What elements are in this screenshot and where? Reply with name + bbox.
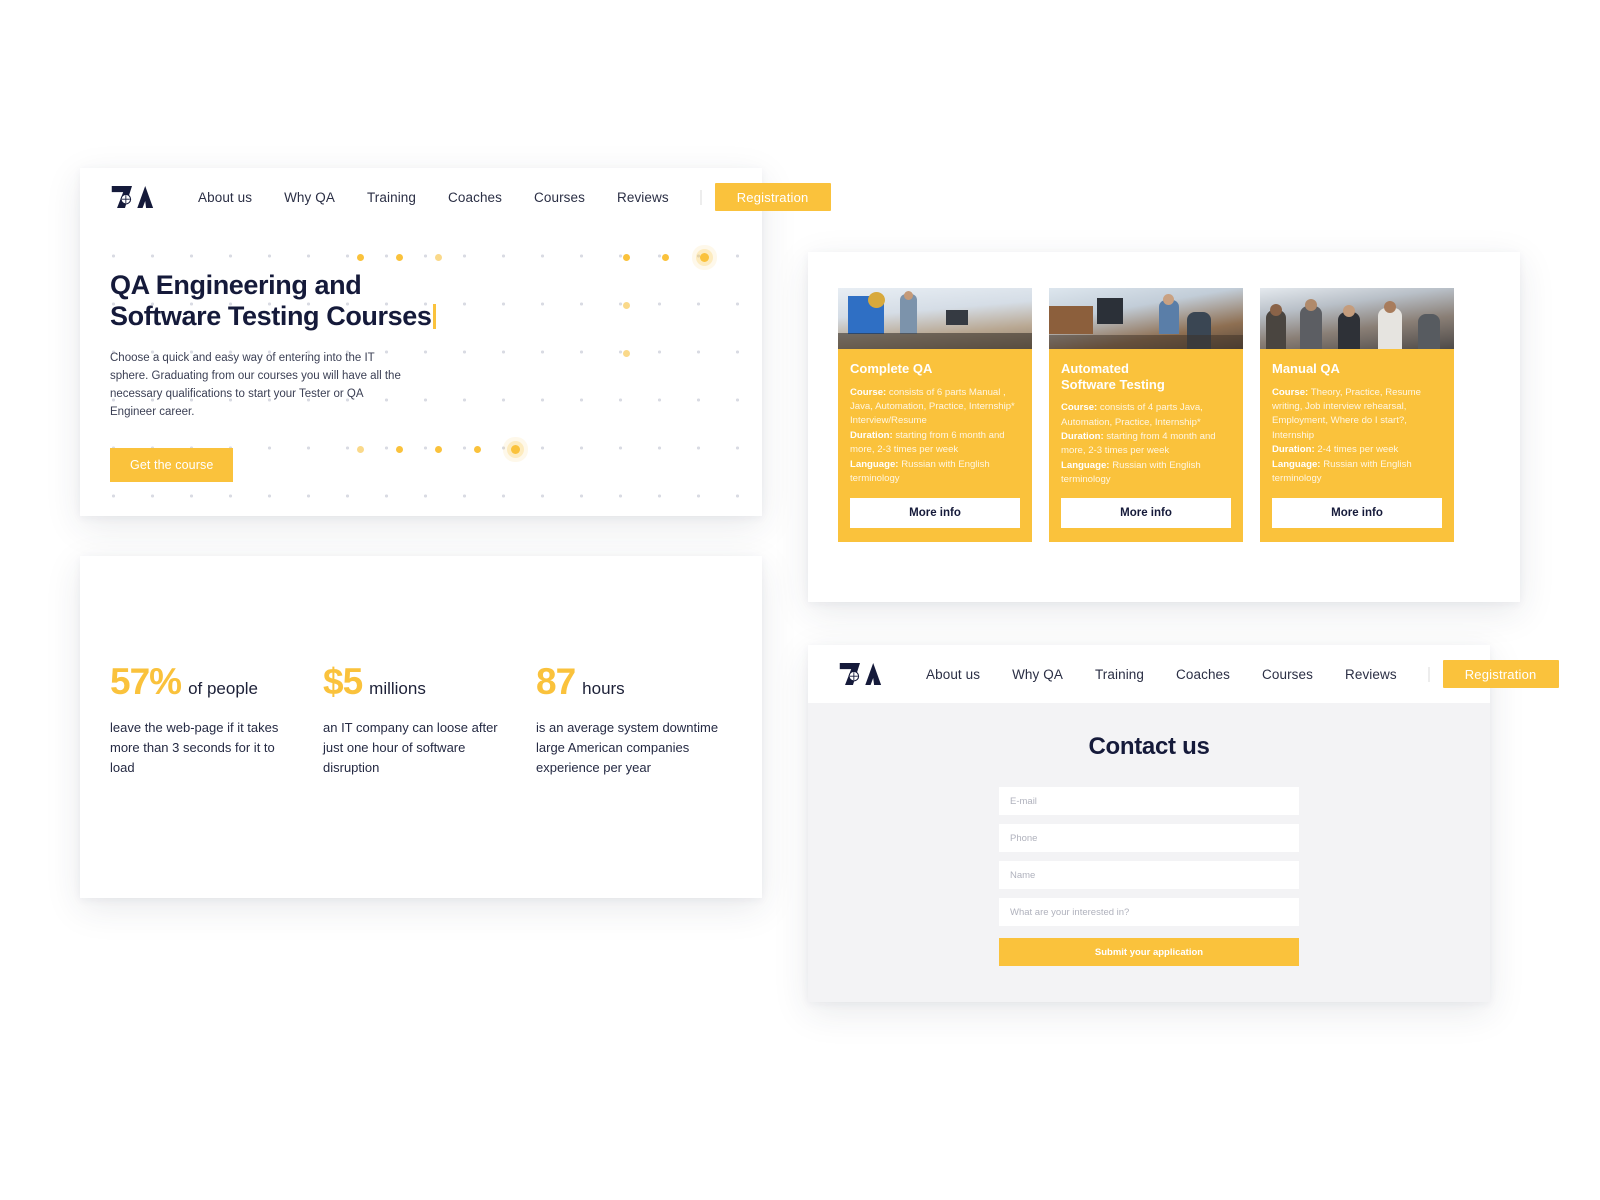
registration-button[interactable]: Registration bbox=[714, 183, 831, 211]
course-card-details: Course: consists of 6 parts Manual , Jav… bbox=[850, 386, 1020, 487]
hero-content: QA Engineering and Software Testing Cour… bbox=[80, 226, 762, 483]
nav-links: About us Why QA Training Coaches Courses… bbox=[910, 667, 1413, 682]
course-card-details: Course: consists of 4 parts Java, Automa… bbox=[1061, 401, 1231, 487]
nav-link-why-qa[interactable]: Why QA bbox=[996, 667, 1079, 682]
stat-description: leave the web-page if it takes more than… bbox=[110, 720, 279, 776]
course-label: Course: bbox=[850, 386, 887, 398]
interest-field[interactable] bbox=[999, 898, 1299, 926]
classroom-presentation-photo bbox=[838, 288, 1032, 349]
nav-link-reviews[interactable]: Reviews bbox=[601, 190, 685, 205]
contact-panel: About us Why QA Training Coaches Courses… bbox=[808, 645, 1559, 1002]
language-label: Language: bbox=[1272, 458, 1321, 470]
course-card-body: Manual QA Course: Theory, Practice, Resu… bbox=[1260, 349, 1454, 488]
course-card-title: Automated Software Testing bbox=[1061, 361, 1165, 392]
main-navbar: About us Why QA Training Coaches Courses… bbox=[80, 168, 831, 226]
course-card-footer: More info bbox=[1049, 488, 1243, 542]
hero-panel: About us Why QA Training Coaches Courses… bbox=[80, 168, 831, 516]
conference-audience-photo bbox=[1260, 288, 1454, 349]
submit-application-button[interactable]: Submit your application bbox=[999, 938, 1299, 966]
duration-label: Duration: bbox=[850, 429, 893, 441]
more-info-button[interactable]: More info bbox=[1272, 497, 1442, 528]
stat-number: $5 bbox=[323, 661, 363, 702]
registration-button[interactable]: Registration bbox=[1442, 660, 1559, 688]
nav-links: About us Why QA Training Coaches Courses… bbox=[182, 190, 685, 205]
logo-7qa-icon[interactable] bbox=[838, 660, 882, 688]
duration-label: Duration: bbox=[1061, 430, 1104, 442]
stat-number: 87 bbox=[536, 661, 576, 702]
course-card-title: Manual QA bbox=[1272, 361, 1340, 376]
contact-body: Contact us Submit your application bbox=[808, 703, 1490, 1002]
course-cards-panel: Complete QA Course: consists of 6 parts … bbox=[808, 252, 1520, 602]
logo-7qa-icon[interactable] bbox=[110, 183, 154, 211]
stat-headline: 87 hours bbox=[536, 661, 749, 703]
course-card-footer: More info bbox=[838, 488, 1032, 542]
stat-description: an IT company can loose after just one h… bbox=[323, 720, 498, 776]
stat-headline: 57% of people bbox=[110, 661, 323, 703]
stat-description: is an average system downtime large Amer… bbox=[536, 720, 719, 776]
course-label: Course: bbox=[1272, 386, 1309, 398]
course-card-body: Complete QA Course: consists of 6 parts … bbox=[838, 349, 1032, 488]
nav-link-coaches[interactable]: Coaches bbox=[1160, 667, 1246, 682]
email-field[interactable] bbox=[999, 787, 1299, 815]
nav-link-reviews[interactable]: Reviews bbox=[1329, 667, 1413, 682]
stats-row: 57% of people leave the web-page if it t… bbox=[80, 556, 762, 778]
course-card[interactable]: Automated Software Testing Course: consi… bbox=[1049, 288, 1243, 542]
hero-subtitle: Choose a quick and easy way of entering … bbox=[110, 352, 401, 418]
course-cards-list: Complete QA Course: consists of 6 parts … bbox=[808, 252, 1520, 542]
stats-panel: 57% of people leave the web-page if it t… bbox=[80, 556, 762, 898]
course-card[interactable]: Manual QA Course: Theory, Practice, Resu… bbox=[1260, 288, 1454, 542]
page-title: QA Engineering and Software Testing Cour… bbox=[110, 270, 762, 332]
stat-unit: hours bbox=[582, 679, 625, 698]
stat-item: 87 hours is an average system downtime l… bbox=[536, 661, 749, 778]
course-label: Course: bbox=[1061, 402, 1098, 414]
text-caret-icon bbox=[433, 304, 437, 330]
stat-item: 57% of people leave the web-page if it t… bbox=[110, 661, 323, 778]
nav-link-training[interactable]: Training bbox=[1079, 667, 1160, 682]
phone-field[interactable] bbox=[999, 824, 1299, 852]
language-label: Language: bbox=[1061, 459, 1110, 471]
nav-link-courses[interactable]: Courses bbox=[1246, 667, 1329, 682]
screenshot-canvas: About us Why QA Training Coaches Courses… bbox=[0, 0, 1600, 1200]
hero-title-line-1: QA Engineering and bbox=[110, 270, 362, 300]
stat-item: $5 millions an IT company can loose afte… bbox=[323, 661, 536, 778]
course-card-footer: More info bbox=[1260, 488, 1454, 542]
get-the-course-button[interactable]: Get the course bbox=[110, 448, 234, 483]
course-card[interactable]: Complete QA Course: consists of 6 parts … bbox=[838, 288, 1032, 542]
nav-link-about-us[interactable]: About us bbox=[910, 667, 996, 682]
duration-value: 2-4 times per week bbox=[1317, 444, 1399, 456]
more-info-button[interactable]: More info bbox=[850, 497, 1020, 528]
nav-link-coaches[interactable]: Coaches bbox=[432, 190, 518, 205]
course-card-details: Course: Theory, Practice, Resume writing… bbox=[1272, 386, 1442, 487]
duration-label: Duration: bbox=[1272, 444, 1315, 456]
contact-navbar: About us Why QA Training Coaches Courses… bbox=[808, 645, 1559, 703]
hero-body: QA Engineering and Software Testing Cour… bbox=[80, 226, 762, 516]
nav-link-courses[interactable]: Courses bbox=[518, 190, 601, 205]
language-label: Language: bbox=[850, 458, 899, 470]
stat-unit: millions bbox=[369, 679, 426, 698]
nav-link-training[interactable]: Training bbox=[351, 190, 432, 205]
hero-title-line-2: Software Testing Courses bbox=[110, 301, 432, 332]
nav-link-about-us[interactable]: About us bbox=[182, 190, 268, 205]
stat-headline: $5 millions bbox=[323, 661, 536, 703]
course-card-title: Complete QA bbox=[850, 361, 933, 376]
nav-link-why-qa[interactable]: Why QA bbox=[268, 190, 351, 205]
stat-number: 57% bbox=[110, 661, 182, 702]
course-card-body: Automated Software Testing Course: consi… bbox=[1049, 349, 1243, 488]
contact-form: Submit your application bbox=[999, 787, 1299, 966]
name-field[interactable] bbox=[999, 861, 1299, 889]
contact-title: Contact us bbox=[1088, 733, 1210, 760]
more-info-button[interactable]: More info bbox=[1061, 497, 1231, 528]
office-meeting-photo bbox=[1049, 288, 1243, 349]
stat-unit: of people bbox=[188, 679, 259, 698]
